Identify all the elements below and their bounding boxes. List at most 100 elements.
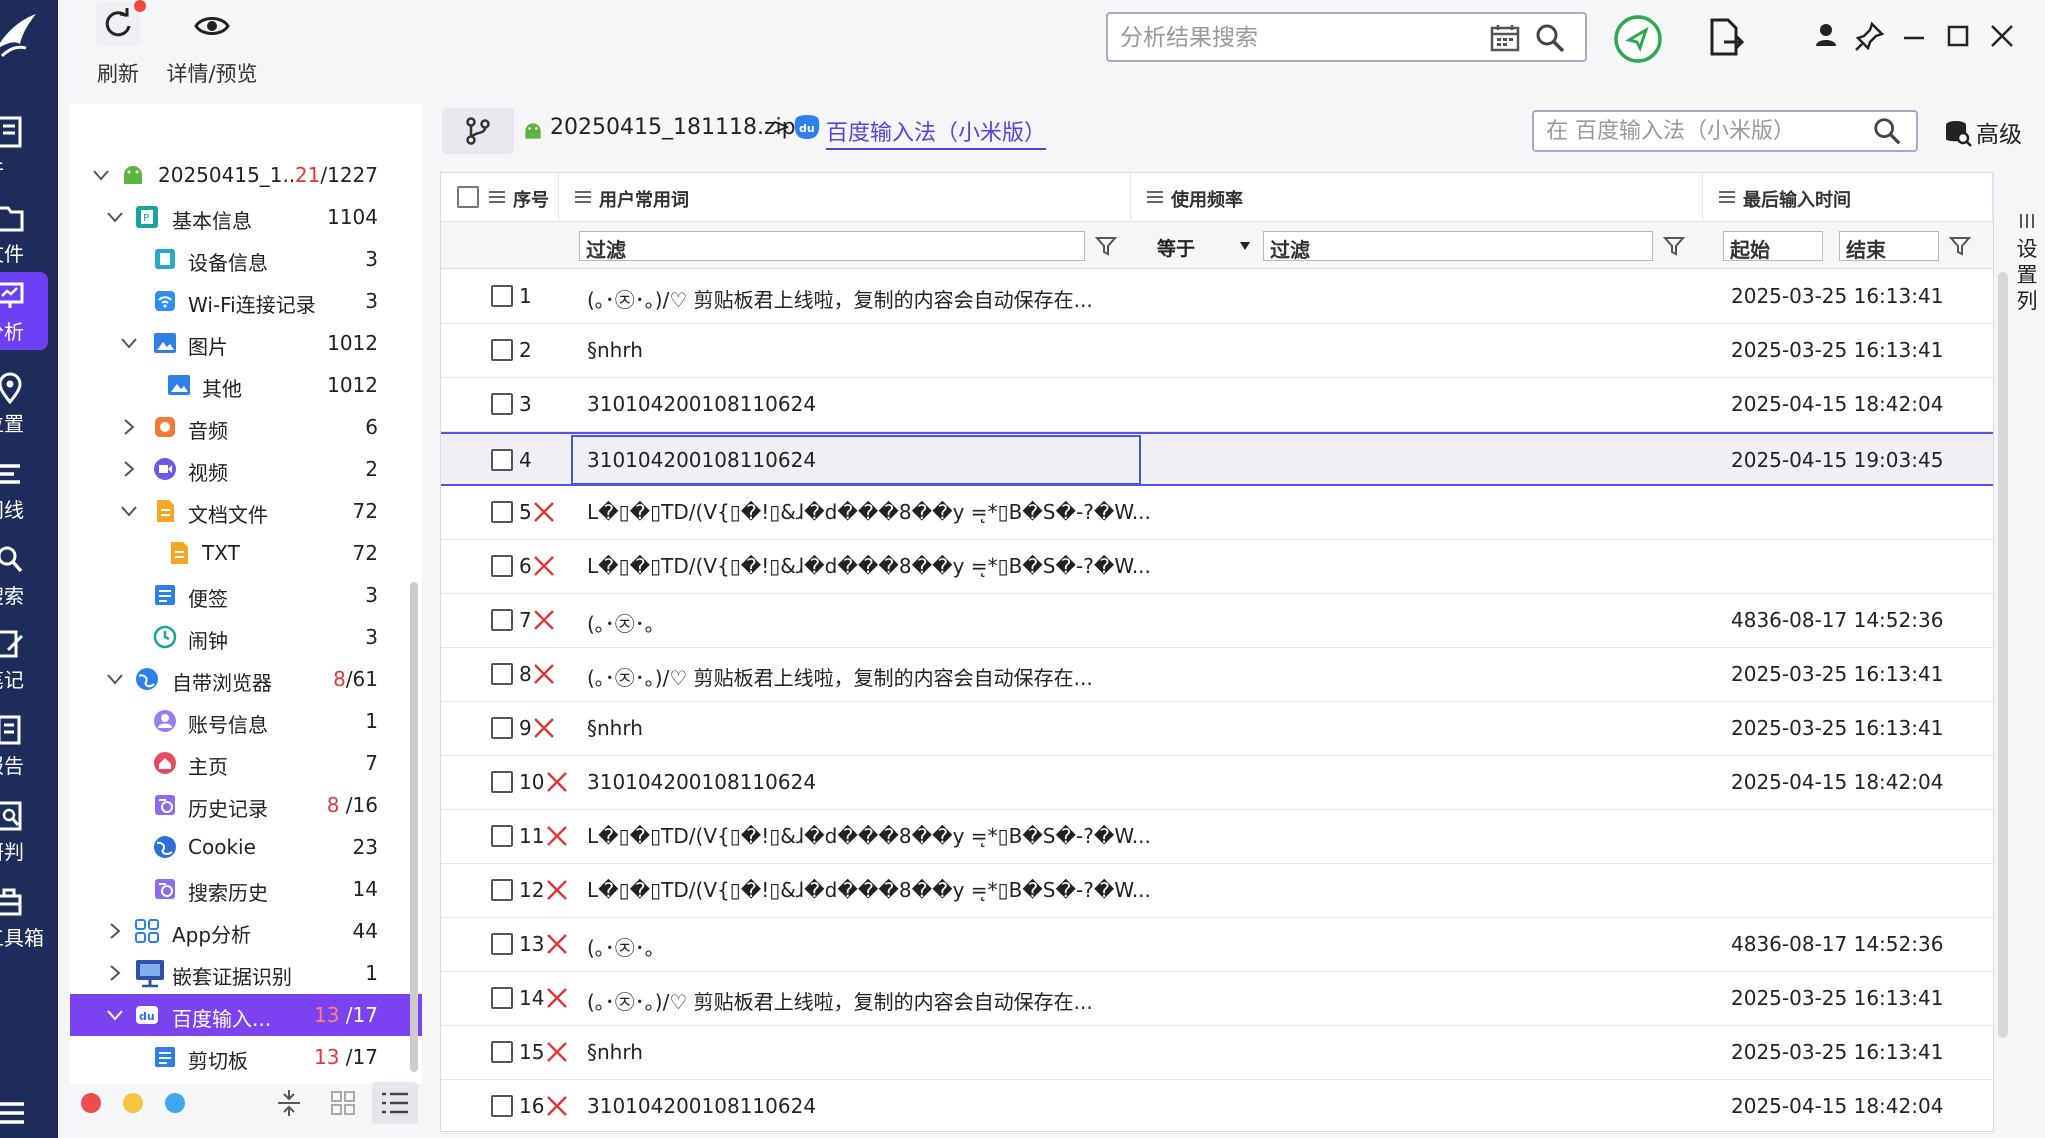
row-checkbox[interactable] xyxy=(491,555,513,577)
row-checkbox[interactable] xyxy=(491,609,513,631)
table-row[interactable]: 16 310104200108110624 2025-04-15 18:42:04 xyxy=(441,1080,1993,1134)
tree-node-documents[interactable]: 文档文件 72 xyxy=(70,490,422,532)
rail-item-report[interactable]: 报告 xyxy=(0,706,48,784)
start-time-filter[interactable]: 起始 xyxy=(1723,231,1823,262)
row-last-time[interactable]: 2025-03-25 16:13:41 xyxy=(1731,662,1943,686)
row-last-time[interactable]: 4836-08-17 14:52:36 xyxy=(1731,932,1943,956)
grid-view-icon[interactable] xyxy=(328,1088,358,1118)
tree-node-alarm[interactable]: 闹钟 3 xyxy=(70,616,422,658)
row-checkbox[interactable] xyxy=(491,879,513,901)
chevron-down-icon[interactable] xyxy=(106,1006,124,1024)
row-word[interactable]: 310104200108110624 xyxy=(587,1094,816,1118)
yellow-dot[interactable] xyxy=(123,1093,143,1113)
rail-item-notes[interactable]: 笔记 xyxy=(0,620,48,698)
rail-item-toolbox[interactable]: 工具箱 xyxy=(0,878,48,956)
rail-item-files[interactable]: 件 xyxy=(0,108,48,186)
menu-icon[interactable] xyxy=(0,1100,24,1126)
row-checkbox[interactable] xyxy=(491,825,513,847)
minimize-icon[interactable] xyxy=(1896,18,1932,54)
branch-button[interactable] xyxy=(442,108,514,154)
row-checkbox[interactable] xyxy=(491,663,513,685)
app-search-input[interactable] xyxy=(1546,117,1866,145)
row-word[interactable]: §nhrh xyxy=(587,338,643,362)
tree-node-nested-evidence[interactable]: 嵌套证据识别 1 xyxy=(70,952,422,994)
tree-node-other[interactable]: 其他 1012 xyxy=(70,364,422,406)
row-word[interactable]: 310104200108110624 xyxy=(587,448,816,472)
row-word[interactable]: L�▯�▯TD/(V{▯�!▯&ɺ�d���8��y =̨*▯B�S�-?�W.… xyxy=(587,500,1151,524)
table-row[interactable]: 1 (｡･㉨･｡)/♡ 剪贴板君上线啦，复制的内容会自动保存在... 2025-03… xyxy=(441,270,1993,324)
analysis-search-input[interactable] xyxy=(1120,22,1480,54)
close-icon[interactable] xyxy=(1984,18,2020,54)
tree-node-account[interactable]: 账号信息 1 xyxy=(70,700,422,742)
row-word[interactable]: 310104200108110624 xyxy=(587,392,816,416)
advanced-search-button[interactable]: 高级 xyxy=(1944,115,2034,149)
chevron-right-icon[interactable] xyxy=(120,460,138,478)
row-word[interactable]: §nhrh xyxy=(587,1040,643,1064)
row-last-time[interactable]: 2025-04-15 18:42:04 xyxy=(1731,770,1943,794)
row-checkbox[interactable] xyxy=(491,285,513,307)
row-checkbox[interactable] xyxy=(491,393,513,415)
table-row[interactable]: 10 310104200108110624 2025-04-15 18:42:04 xyxy=(441,756,1993,810)
tree-node-homepage[interactable]: 主页 7 xyxy=(70,742,422,784)
table-row[interactable]: 7 (｡･㉨･｡ 4836-08-17 14:52:36 xyxy=(441,594,1993,648)
row-last-time[interactable]: 2025-03-25 16:13:41 xyxy=(1731,986,1943,1010)
row-word[interactable]: §nhrh xyxy=(587,716,643,740)
row-checkbox[interactable] xyxy=(491,717,513,739)
tree-node-txt[interactable]: TXT 72 xyxy=(70,532,422,574)
row-checkbox[interactable] xyxy=(491,449,513,471)
table-row[interactable]: 15 §nhrh 2025-03-25 16:13:41 xyxy=(441,1026,1993,1080)
red-dot[interactable] xyxy=(81,1093,101,1113)
tree-node-browser[interactable]: 自带浏览器 8/61 xyxy=(70,658,422,700)
row-last-time[interactable]: 2025-04-15 18:42:04 xyxy=(1731,392,1943,416)
filter-icon[interactable] xyxy=(1663,235,1685,257)
select-all-checkbox[interactable] xyxy=(457,186,479,208)
row-checkbox[interactable] xyxy=(491,1041,513,1063)
rail-item-timeline[interactable]: 间线 xyxy=(0,450,48,528)
row-checkbox[interactable] xyxy=(491,1095,513,1117)
column-settings-button[interactable]: 设置列 xyxy=(2012,210,2042,330)
preview-button[interactable]: 详情/预览 xyxy=(162,0,262,90)
calendar-icon[interactable] xyxy=(1490,24,1520,52)
tree-node-search-history[interactable]: 搜索历史 14 xyxy=(70,868,422,910)
column-header-freq[interactable]: 使用频率 xyxy=(1131,173,1703,221)
freq-operator-select[interactable]: 等于 xyxy=(1157,234,1195,261)
dropdown-arrow-icon[interactable] xyxy=(1239,241,1251,251)
table-row[interactable]: 3 310104200108110624 2025-04-15 18:42:04 xyxy=(441,378,1993,432)
column-header-word[interactable]: 用户常用词 xyxy=(559,173,1131,221)
rail-item-location[interactable]: 位置 xyxy=(0,364,48,442)
tree-node-root[interactable]: 20250415_1... 21/1227 xyxy=(70,154,422,196)
column-header-seq[interactable]: 序号 xyxy=(441,173,559,221)
word-filter-input[interactable]: 过滤 xyxy=(579,231,1085,262)
list-view-button[interactable] xyxy=(372,1082,418,1124)
tree-node-app-analysis[interactable]: App分析 44 xyxy=(70,910,422,952)
row-last-time[interactable]: 2025-03-25 16:13:41 xyxy=(1731,716,1943,740)
rail-item-judge[interactable]: 研判 xyxy=(0,792,48,870)
tree-node-clipboard[interactable]: 剪切板 13 /17 xyxy=(70,1036,422,1078)
row-checkbox[interactable] xyxy=(491,933,513,955)
row-last-time[interactable]: 2025-03-25 16:13:41 xyxy=(1731,1040,1943,1064)
table-scrollbar[interactable] xyxy=(1998,272,2008,1038)
row-last-time[interactable]: 4836-08-17 14:52:36 xyxy=(1731,608,1943,632)
tree-node-video[interactable]: 视频 2 xyxy=(70,448,422,490)
rail-item-search[interactable]: 搜索 xyxy=(0,536,48,614)
chevron-down-icon[interactable] xyxy=(92,166,110,184)
filter-icon[interactable] xyxy=(1095,235,1117,257)
shield-status-icon[interactable] xyxy=(1613,14,1663,64)
row-word[interactable]: (｡･㉨･｡ xyxy=(587,932,655,961)
table-row[interactable]: 4 310104200108110624 2025-04-15 19:03:45 xyxy=(441,432,1993,486)
freq-filter-input[interactable]: 过滤 xyxy=(1263,231,1653,262)
rail-item-folder[interactable]: 文件 xyxy=(0,194,48,272)
row-word[interactable]: (｡･㉨･｡)/♡ 剪贴板君上线啦，复制的内容会自动保存在... xyxy=(587,986,1093,1015)
row-word[interactable]: L�▯�▯TD/(V{▯�!▯&ɺ�d���8��y =̨*▯B�S�-?�W.… xyxy=(587,554,1151,578)
row-word[interactable]: L�▯�▯TD/(V{▯�!▯&ɺ�d���8��y =̨*▯B�S�-?�W.… xyxy=(587,824,1151,848)
table-row[interactable]: 8 (｡･㉨･｡)/♡ 剪贴板君上线啦，复制的内容会自动保存在... 2025-03… xyxy=(441,648,1993,702)
row-last-time[interactable]: 2025-03-25 16:13:41 xyxy=(1731,284,1943,308)
search-icon[interactable] xyxy=(1872,116,1902,146)
table-row[interactable]: 13 (｡･㉨･｡ 4836-08-17 14:52:36 xyxy=(441,918,1993,972)
end-time-filter[interactable]: 结束 xyxy=(1839,231,1939,262)
breadcrumb-app[interactable]: 百度输入法（小米版） xyxy=(826,115,1047,150)
filter-icon[interactable] xyxy=(1949,235,1971,257)
row-checkbox[interactable] xyxy=(491,771,513,793)
table-row[interactable]: 11 L�▯�▯TD/(V{▯�!▯&ɺ�d���8��y =̨*▯B�S�-?�… xyxy=(441,810,1993,864)
row-word[interactable]: (｡･㉨･｡)/♡ 剪贴板君上线啦，复制的内容会自动保存在... xyxy=(587,284,1093,313)
